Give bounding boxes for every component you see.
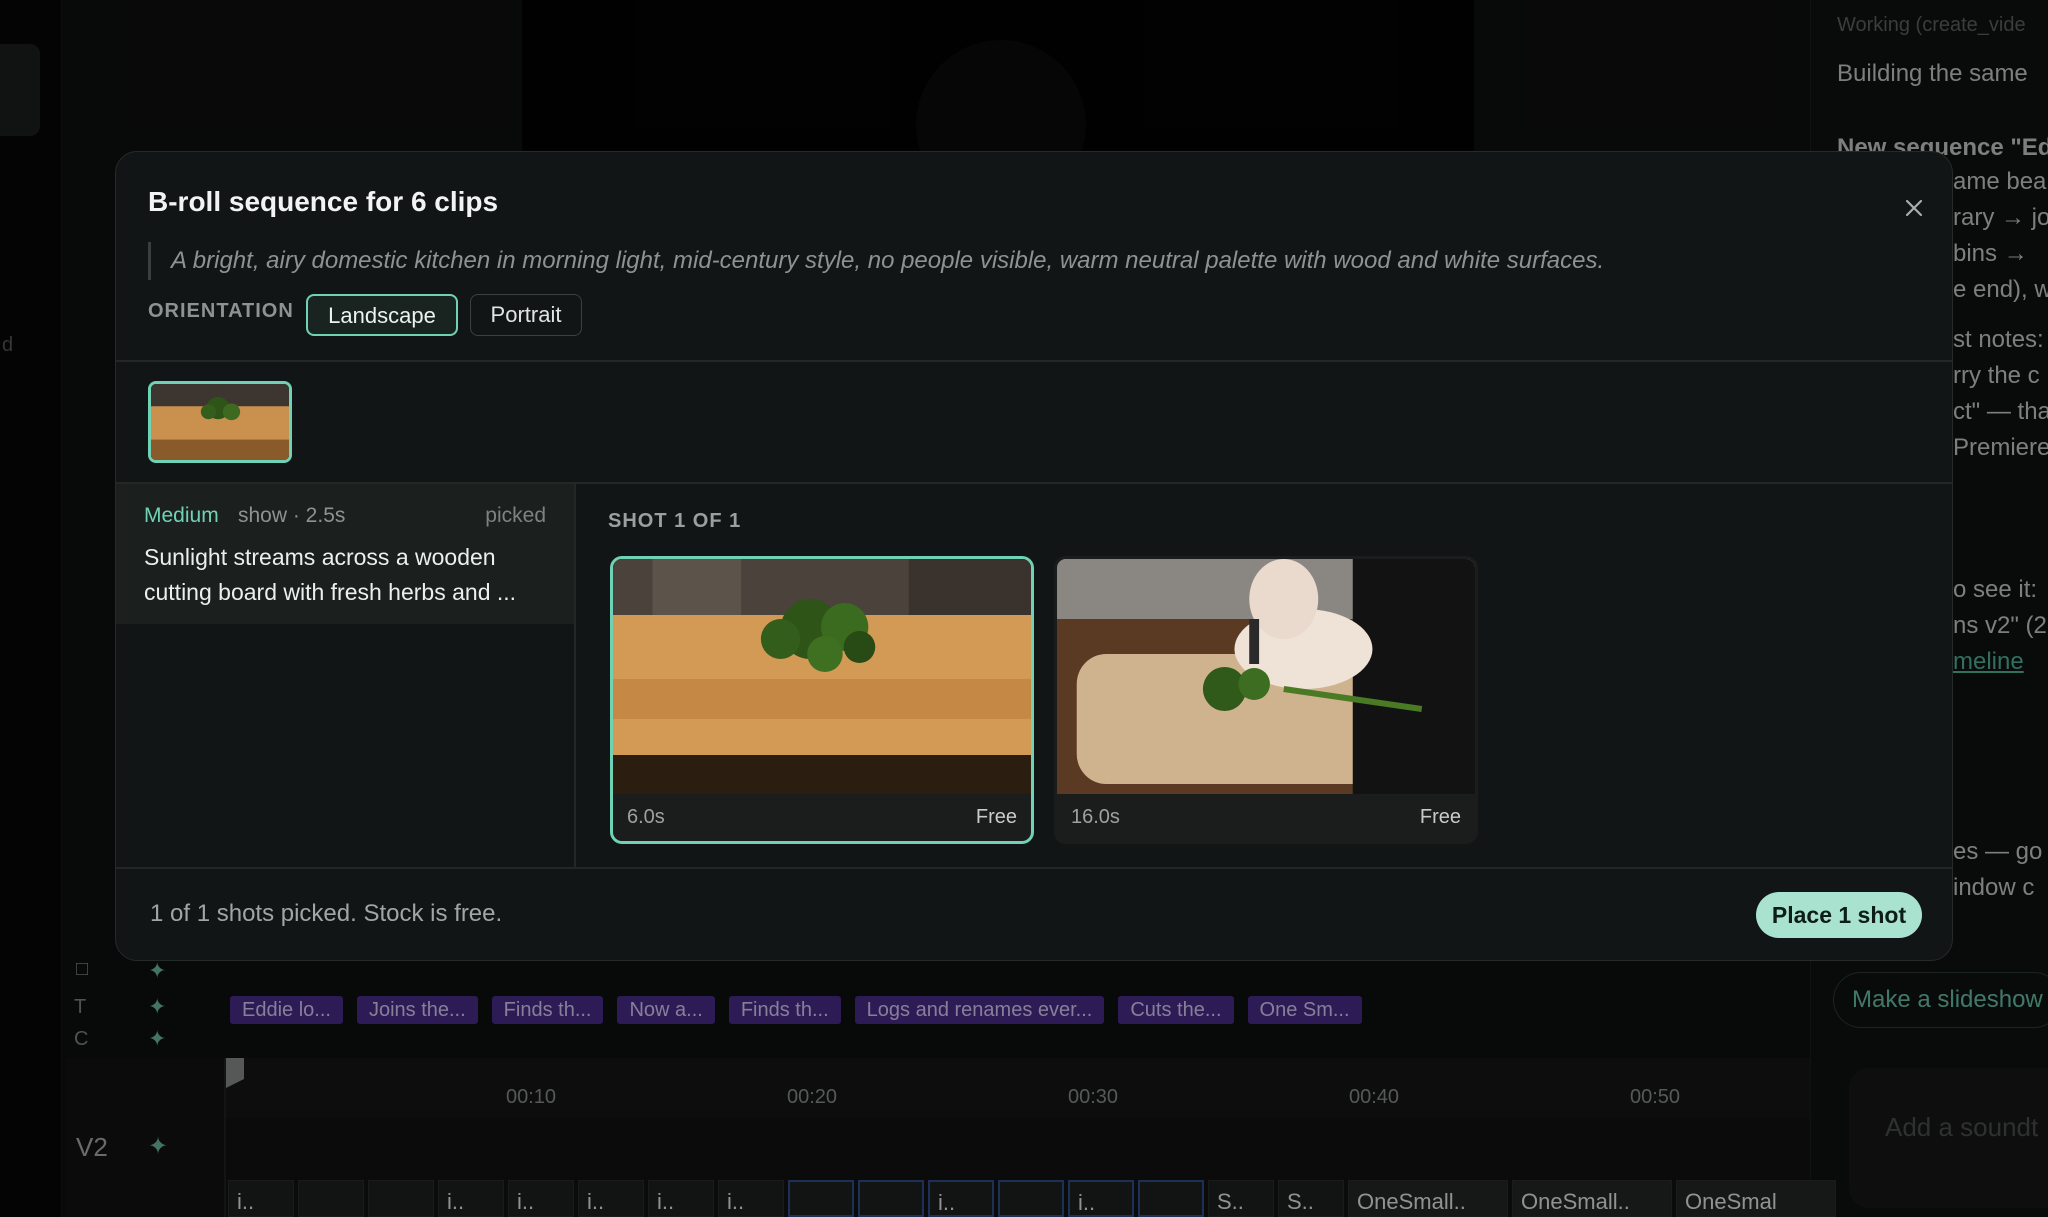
pick-summary: 1 of 1 shots picked. Stock is free. xyxy=(150,900,503,927)
divider xyxy=(116,867,1952,869)
modal-title: B-roll sequence for 6 clips xyxy=(148,186,499,217)
broll-modal: B-roll sequence for 6 clips A bright, ai… xyxy=(115,151,1953,961)
shot-type: Medium xyxy=(144,504,219,527)
orientation-label: ORIENTATION xyxy=(148,300,294,322)
orientation-portrait-button[interactable]: Portrait xyxy=(470,294,582,336)
close-button[interactable] xyxy=(1900,194,1928,222)
clip-price: Free xyxy=(1419,806,1461,828)
stock-candidate-card[interactable]: 16.0s Free xyxy=(1054,556,1478,844)
chopping-herbs-image xyxy=(1057,559,1475,794)
clip-duration: 16.0s xyxy=(1071,806,1120,828)
shot-list-item[interactable]: Medium show · 2.5s picked Sunlight strea… xyxy=(116,484,574,624)
orientation-landscape-button[interactable]: Landscape xyxy=(306,294,458,336)
clip-duration: 6.0s xyxy=(627,806,665,828)
divider xyxy=(116,360,1952,362)
herbs-on-board-image xyxy=(613,559,1031,794)
stock-candidate-card[interactable]: 6.0s Free xyxy=(610,556,1034,844)
shot-heading: SHOT 1 OF 1 xyxy=(608,510,742,532)
shot-status: picked xyxy=(485,504,546,527)
place-shot-button[interactable]: Place 1 shot xyxy=(1756,892,1922,938)
shot-list: Medium show · 2.5s picked Sunlight strea… xyxy=(116,484,576,867)
scene-prompt: A bright, airy domestic kitchen in morni… xyxy=(148,242,1604,280)
selected-shot-thumbnail[interactable] xyxy=(148,381,292,463)
shot-meta: show · 2.5s xyxy=(238,504,346,527)
clip-price: Free xyxy=(975,806,1017,828)
shot-description: Sunlight streams across a wooden cutting… xyxy=(144,544,517,605)
herbs-on-board-thumbnail xyxy=(151,384,289,460)
close-icon xyxy=(1905,199,1923,217)
